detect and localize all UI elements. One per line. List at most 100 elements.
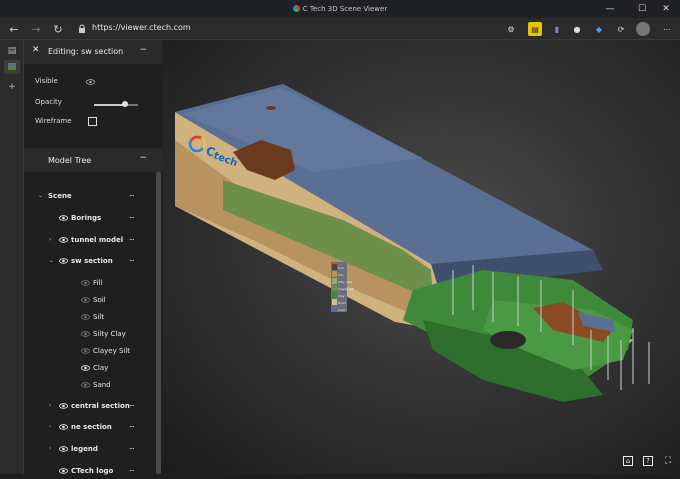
- side-rail: ▤ +: [0, 40, 24, 474]
- tree-item-label: sw section: [71, 257, 113, 265]
- legend-entry: Soil: [338, 266, 344, 270]
- expand-chevron-icon[interactable]: ⌄: [38, 192, 43, 199]
- panel-scrollbar[interactable]: [156, 172, 161, 474]
- visibility-eye-icon[interactable]: [59, 215, 68, 221]
- scene-tab-icon[interactable]: [4, 60, 20, 74]
- help-icon[interactable]: ?: [643, 456, 653, 466]
- item-menu-icon[interactable]: ...: [129, 420, 135, 429]
- extension-refresh-icon[interactable]: ⟳: [614, 22, 628, 36]
- item-menu-icon[interactable]: ...: [129, 211, 135, 220]
- tree-item-label: Sand: [93, 381, 111, 389]
- visibility-eye-icon[interactable]: [59, 258, 68, 264]
- tree-item-label: Clay: [93, 364, 109, 372]
- tree-item-scene[interactable]: ⌄ Scene...: [24, 188, 163, 204]
- collapsed-chevron-icon[interactable]: ›: [49, 445, 51, 452]
- opacity-slider[interactable]: [94, 101, 138, 107]
- minimize-button[interactable]: —: [596, 0, 624, 18]
- tree-item-label: Clayey Silt: [93, 347, 131, 355]
- window-title: C Tech 3D Scene Viewer: [302, 5, 388, 13]
- tree-item-sw-section[interactable]: ⌄ sw section...: [24, 253, 163, 269]
- tree-item-tunnel-model[interactable]: › tunnel model...: [24, 232, 163, 248]
- visibility-eye-icon[interactable]: [81, 382, 90, 388]
- tree-item-label: central section: [71, 402, 130, 410]
- model-tree-header: Model Tree −: [24, 148, 163, 172]
- item-menu-icon[interactable]: ...: [129, 442, 135, 451]
- extension-purple-icon[interactable]: ▮: [550, 22, 564, 36]
- reload-icon[interactable]: ↻: [48, 18, 68, 40]
- opacity-slider-knob[interactable]: [121, 101, 128, 107]
- tree-item-clayey-silt[interactable]: Clayey Silt: [24, 343, 163, 359]
- item-menu-icon[interactable]: ...: [129, 399, 135, 408]
- tree-item-central-section[interactable]: › central section...: [24, 398, 163, 414]
- collapsed-chevron-icon[interactable]: ›: [49, 236, 51, 243]
- home-view-icon[interactable]: ⌂: [623, 456, 633, 466]
- back-icon[interactable]: ←: [4, 18, 24, 40]
- visibility-eye-icon[interactable]: [81, 314, 90, 320]
- tree-item-label: Fill: [93, 279, 103, 287]
- visibility-eye-icon[interactable]: [59, 468, 68, 474]
- visibility-eye-icon[interactable]: [81, 348, 90, 354]
- expand-chevron-icon[interactable]: ⌄: [49, 257, 54, 264]
- item-menu-icon[interactable]: ...: [129, 189, 135, 198]
- tree-item-ctech-logo[interactable]: CTech logo...: [24, 463, 163, 479]
- pages-icon[interactable]: ▤: [4, 44, 20, 58]
- edit-panel-header: ✕ Editing: sw section −: [24, 40, 163, 64]
- browser-toolbar: ← → ↻ https://viewer.ctech.com ⚙ ▤ ▮ ● ◆…: [0, 18, 680, 40]
- tree-item-ne-section[interactable]: › ne section...: [24, 419, 163, 435]
- tree-item-label: Soil: [93, 296, 106, 304]
- tree-item-sand[interactable]: Sand: [24, 377, 163, 393]
- url-field[interactable]: https://viewer.ctech.com: [92, 23, 191, 32]
- visibility-eye-icon[interactable]: [81, 365, 90, 371]
- visibility-eye-icon[interactable]: [81, 297, 90, 303]
- close-panel-icon[interactable]: ✕: [32, 45, 40, 55]
- tree-item-label: Borings: [71, 214, 102, 222]
- legend-entry: Silt: [338, 273, 344, 277]
- title-bar: C Tech 3D Scene Viewer — ☐ ✕: [0, 0, 680, 18]
- legend-swatch-3: [332, 278, 337, 284]
- visible-toggle-icon[interactable]: [86, 79, 95, 85]
- visibility-eye-icon[interactable]: [59, 403, 68, 409]
- item-menu-icon[interactable]: ...: [129, 254, 135, 263]
- visibility-eye-icon[interactable]: [59, 446, 68, 452]
- tree-item-silty-clay[interactable]: Silty Clay: [24, 326, 163, 342]
- collapsed-chevron-icon[interactable]: ›: [49, 402, 51, 409]
- tree-item-borings[interactable]: Borings...: [24, 210, 163, 226]
- edit-panel-title: Editing: sw section: [48, 47, 124, 56]
- visibility-eye-icon[interactable]: [81, 280, 90, 286]
- fullscreen-icon[interactable]: ⛶: [663, 456, 673, 466]
- model-tree-title: Model Tree: [48, 156, 92, 165]
- legend-entry: Core: [338, 308, 345, 312]
- collapse-edit-icon[interactable]: −: [139, 45, 147, 55]
- visibility-eye-icon[interactable]: [59, 237, 68, 243]
- wireframe-label: Wireframe: [35, 117, 72, 125]
- visibility-eye-icon[interactable]: [59, 424, 68, 430]
- tree-item-silt[interactable]: Silt: [24, 309, 163, 325]
- lock-icon: [79, 24, 85, 33]
- tree-item-fill[interactable]: Fill: [24, 275, 163, 291]
- tree-item-label: tunnel model: [71, 236, 124, 244]
- legend-swatch-5: [332, 292, 337, 298]
- legend-swatch-7: [332, 306, 337, 311]
- collapse-tree-icon[interactable]: −: [139, 153, 147, 163]
- tree-item-clay[interactable]: Clay: [24, 360, 163, 376]
- profile-avatar[interactable]: [636, 22, 650, 36]
- collapsed-chevron-icon[interactable]: ›: [49, 423, 51, 430]
- scene-viewport[interactable]: Soil Silt Silty_Clay Clayey_Silt Clay Sand Cor…: [163, 40, 680, 474]
- model-3d-render[interactable]: Soil Silt Silty_Clay Clayey_Silt Clay Sand Cor…: [163, 40, 680, 474]
- wireframe-checkbox[interactable]: [88, 117, 97, 126]
- extension-circle-icon[interactable]: ●: [570, 22, 584, 36]
- window-title-wrap: C Tech 3D Scene Viewer: [0, 5, 680, 13]
- extension-blue-icon[interactable]: ◆: [592, 22, 606, 36]
- extension-notes-icon[interactable]: ▤: [528, 22, 542, 36]
- browser-menu-icon[interactable]: ⋯: [660, 22, 674, 36]
- legend-swatch-2: [332, 271, 337, 277]
- permissions-icon[interactable]: ⚙: [504, 22, 518, 36]
- tree-item-soil[interactable]: Soil: [24, 292, 163, 308]
- add-tab-icon[interactable]: +: [4, 80, 20, 94]
- item-menu-icon[interactable]: ...: [129, 233, 135, 242]
- forward-icon[interactable]: →: [26, 18, 46, 40]
- tree-item-legend[interactable]: › legend...: [24, 441, 163, 457]
- item-menu-icon[interactable]: ...: [129, 464, 135, 473]
- close-window-button[interactable]: ✕: [652, 0, 680, 18]
- visibility-eye-icon[interactable]: [81, 331, 90, 337]
